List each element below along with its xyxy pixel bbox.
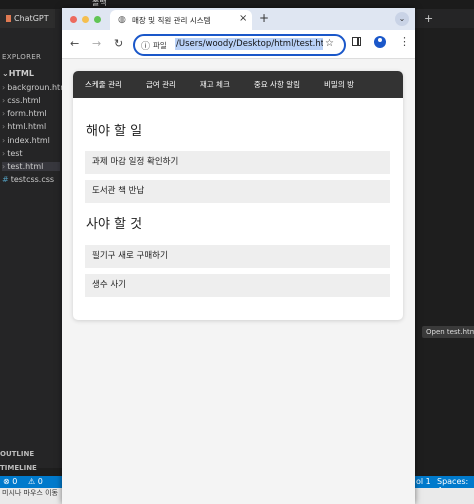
section-title-buy: 사야 할 것 [86, 217, 143, 232]
address-bar[interactable]: ⓘ 파일 /Users/woody/Desktop/html/test.html… [133, 34, 346, 56]
timeline-section[interactable]: TIMELINE [0, 464, 37, 472]
list-item[interactable]: 필기구 새로 구매하기 [85, 245, 390, 268]
section-title-todo: 해야 할 일 [86, 124, 143, 139]
explorer-file-label: css.html [7, 96, 41, 105]
explorer-file[interactable]: › html.html [2, 122, 46, 131]
browser-window: ◍ 매장 및 직원 관리 시스템 × + ⌄ ← → ↻ ⓘ 파일 /Users… [62, 8, 415, 504]
browser-tab-title: 매장 및 직원 관리 시스템 [132, 16, 211, 25]
status-errors[interactable]: ⊗ 0 [3, 477, 17, 486]
more-menu-icon[interactable]: ⋮ [399, 35, 410, 48]
chevron-right-icon: › [2, 149, 6, 158]
explorer-title: EXPLORER [2, 53, 42, 61]
chevron-right-icon: › [2, 83, 6, 92]
nav-item-notice[interactable]: 중요 사항 알림 [254, 71, 300, 98]
bottom-text: 미시나 마우스 이동 [2, 489, 58, 497]
chatgpt-icon [6, 15, 11, 22]
browser-toolbar: ← → ↻ ⓘ 파일 /Users/woody/Desktop/html/tes… [62, 30, 415, 59]
side-panel-icon[interactable] [352, 37, 361, 46]
zoom-window-button[interactable] [94, 16, 101, 23]
address-url[interactable]: /Users/woody/Desktop/html/test.html [175, 38, 323, 50]
explorer-file-label: index.html [7, 136, 50, 145]
outline-section[interactable]: OUTLINE [0, 450, 34, 458]
nav-item-secret[interactable]: 비밀의 방 [324, 71, 354, 98]
vscode-menu-partial[interactable]: 폴백 [92, 0, 107, 8]
chevron-right-icon: › [2, 162, 6, 171]
vscode-tab-chatgpt[interactable]: ChatGPT [0, 9, 55, 28]
css-file-icon: # [2, 175, 9, 184]
explorer-file-label: testcss.css [10, 175, 55, 184]
chevron-down-icon[interactable]: ⌄ [395, 12, 409, 26]
top-navbar: 스케줄 관리 급여 관리 재고 체크 중요 사항 알림 비밀의 방 [73, 71, 403, 98]
explorer-file[interactable]: › test [2, 149, 23, 158]
chevron-right-icon: › [2, 122, 6, 131]
reload-icon[interactable]: ↻ [114, 37, 123, 50]
explorer-file[interactable]: › index.html [2, 136, 50, 145]
chevron-right-icon: › [2, 136, 6, 145]
forward-arrow-icon[interactable]: → [92, 37, 101, 50]
profile-icon[interactable] [374, 36, 386, 48]
vscode-new-tab-plus-icon[interactable]: + [424, 12, 433, 25]
list-item[interactable]: 도서관 책 반납 [85, 180, 390, 203]
status-column[interactable]: ol 1 [416, 477, 431, 486]
explorer-file-label: test.html [7, 162, 44, 171]
minimize-window-button[interactable] [82, 16, 89, 23]
nav-item-schedule[interactable]: 스케줄 관리 [85, 71, 122, 98]
nav-item-payroll[interactable]: 급여 관리 [146, 71, 176, 98]
explorer-file-selected[interactable]: › test.html [2, 162, 60, 171]
close-window-button[interactable] [70, 16, 77, 23]
info-icon[interactable]: ⓘ [141, 39, 150, 52]
open-file-button[interactable]: Open test.htm [422, 326, 474, 338]
page-viewport: 스케줄 관리 급여 관리 재고 체크 중요 사항 알림 비밀의 방 해야 할 일… [62, 59, 415, 504]
globe-icon: ◍ [118, 15, 126, 25]
explorer-file-label: test [7, 149, 23, 158]
status-warnings[interactable]: ⚠ 0 [28, 477, 43, 486]
vscode-sidebar [0, 28, 62, 468]
browser-tab[interactable]: ◍ 매장 및 직원 관리 시스템 × [110, 10, 252, 30]
content-card: 스케줄 관리 급여 관리 재고 체크 중요 사항 알림 비밀의 방 해야 할 일… [73, 71, 403, 320]
explorer-file-label: backgroun.html [7, 83, 71, 92]
back-arrow-icon[interactable]: ← [70, 37, 79, 50]
chevron-down-icon: ⌄ [2, 69, 9, 78]
explorer-file[interactable]: › form.html [2, 109, 47, 118]
explorer-file[interactable]: › css.html [2, 96, 41, 105]
explorer-file[interactable]: # testcss.css [2, 175, 54, 184]
explorer-file-label: html.html [7, 122, 47, 131]
vscode-editor-area [415, 28, 474, 476]
vscode-tab-label: ChatGPT [14, 14, 49, 23]
chevron-right-icon: › [2, 96, 6, 105]
list-item[interactable]: 생수 사기 [85, 274, 390, 297]
explorer-file-label: form.html [7, 109, 47, 118]
explorer-folder-label: HTML [8, 69, 34, 78]
list-item[interactable]: 과제 마감 일정 확인하기 [85, 151, 390, 174]
nav-item-inventory[interactable]: 재고 체크 [200, 71, 230, 98]
new-tab-plus-icon[interactable]: + [259, 11, 269, 25]
address-scheme-label: 파일 [153, 41, 167, 50]
explorer-folder[interactable]: ⌄HTML [2, 69, 34, 78]
chevron-right-icon: › [2, 109, 6, 118]
close-icon[interactable]: × [239, 13, 247, 24]
star-icon[interactable]: ☆ [325, 38, 334, 49]
explorer-file[interactable]: › backgroun.html [2, 83, 70, 92]
browser-titlebar: ◍ 매장 및 직원 관리 시스템 × + ⌄ [62, 8, 415, 30]
